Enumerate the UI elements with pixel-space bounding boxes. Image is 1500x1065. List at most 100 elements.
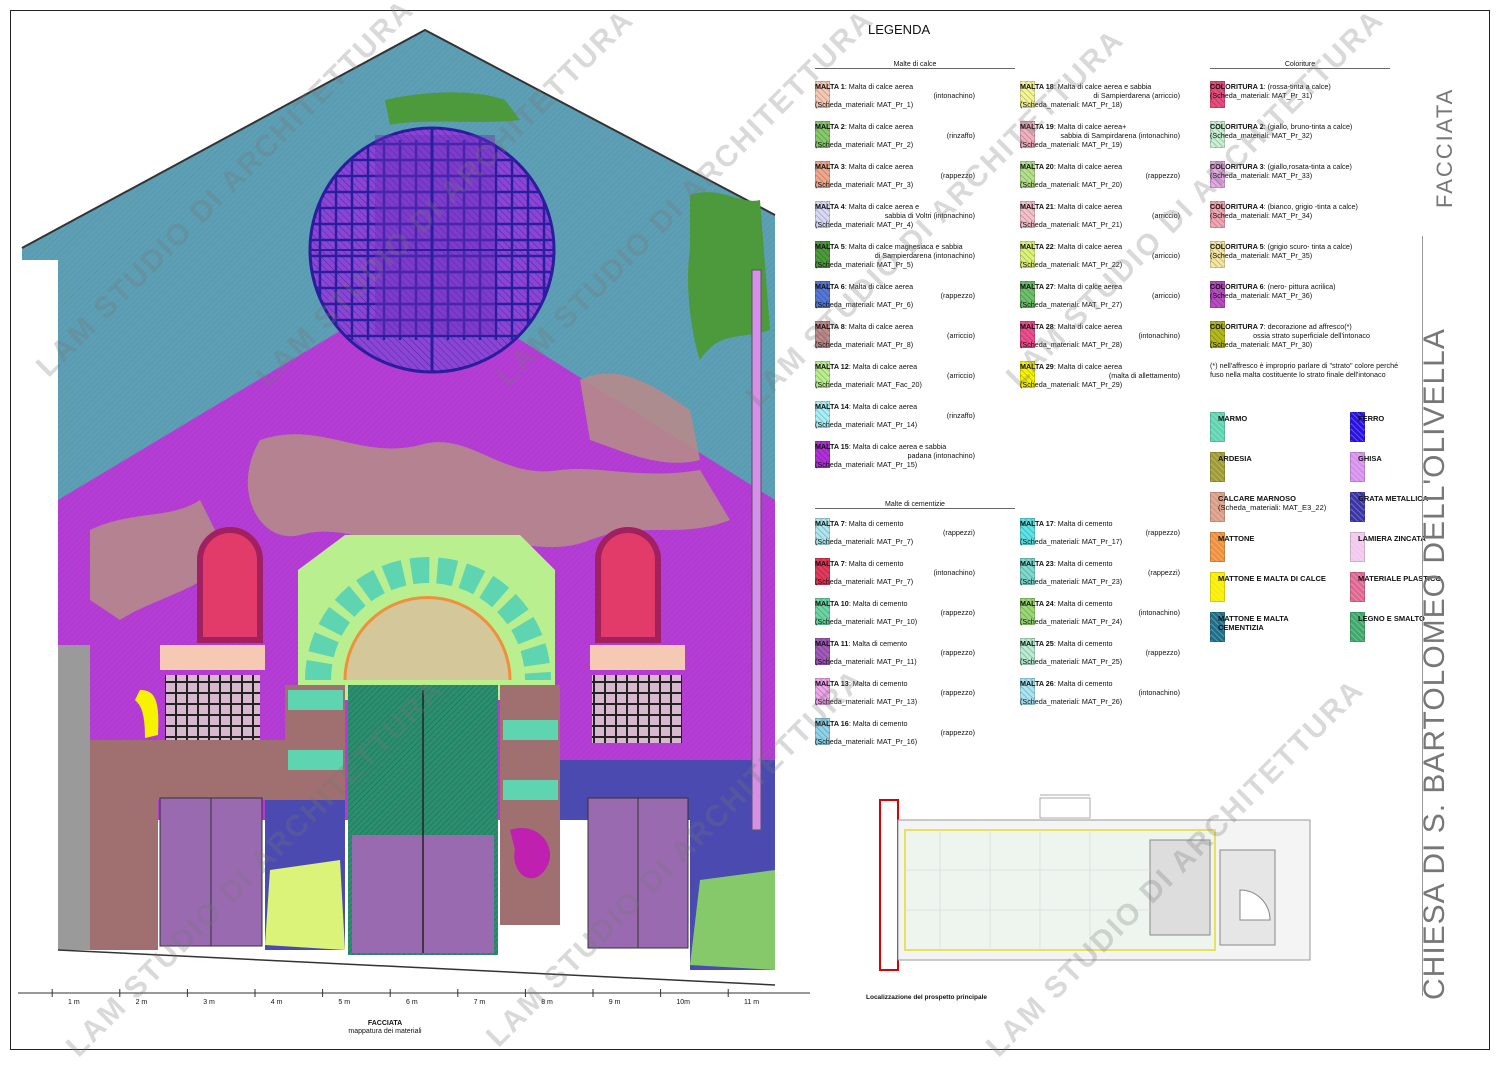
legend-text: MALTA 26: Malta di cemento (intonachino) (…: [1020, 679, 1218, 706]
drawing-caption-title: FACCIATA: [367, 1020, 403, 1027]
legend-ref: (Scheda_materiali: MAT_Pr_13): [815, 697, 918, 706]
legend-code: COLORITURA 4: [1210, 202, 1264, 211]
legend-text: MALTA 22: Malta di calce aerea (arriccio)…: [1020, 242, 1218, 269]
material-item: GHISA: [1350, 452, 1480, 482]
scale-label: 10m: [676, 999, 691, 1006]
legend-ref: (Scheda_materiali: MAT_Pr_14): [815, 420, 918, 429]
legend-code: MALTA 28: [1020, 322, 1054, 331]
legend-desc-detail: (intonachino): [933, 91, 975, 100]
legend-ref: (Scheda_materiali: MAT_Pr_1): [815, 100, 914, 109]
legend-text: COLORITURA 4: (bianco, grigio -tinta a c…: [1210, 202, 1408, 220]
legend-text: MALTA 4: Malta di calce aerea e sabbia di…: [815, 202, 1013, 229]
legend-desc-detail: (intonachino): [933, 568, 975, 577]
legend-item: MALTA 3: Malta di calce aerea (rappezzo) (…: [815, 161, 1015, 197]
legend-text: MALTA 28: Malta di calce aerea (intonachi…: [1020, 322, 1218, 349]
legend-item: COLORITURA 3: (giallo,rosata-tinta a cal…: [1210, 161, 1410, 197]
legend-text: MALTA 19: Malta di calce aerea+ sabbia di…: [1020, 122, 1218, 149]
legend-item: MALTA 28: Malta di calce aerea (intonachi…: [1020, 321, 1220, 357]
legend-desc: : Malta di cemento: [848, 599, 908, 608]
legend-desc: : (nero- pittura acrilica): [1263, 282, 1336, 291]
legend-code: MALTA 6: [815, 282, 845, 291]
legend-desc-detail: (arriccio): [1152, 251, 1180, 260]
legend-ref: (Scheda_materiali: MAT_Pr_2): [815, 140, 914, 149]
legend-desc: : Malta di calce aerea: [844, 282, 914, 291]
legend-item: MALTA 26: Malta di cemento (intonachino) (…: [1020, 678, 1220, 714]
legend-text: MALTA 21: Malta di calce aerea (arriccio)…: [1020, 202, 1218, 229]
material-item: MATTONE: [1210, 532, 1340, 562]
legend-code: MALTA 12: [815, 362, 849, 371]
legend-text: COLORITURA 2: (giallo, bruno-tinta a cal…: [1210, 122, 1408, 140]
facade-subtitle: FACCIATA: [1432, 87, 1457, 208]
legend-desc: : Malta di calce aerea: [848, 402, 918, 411]
legend-desc-detail: (rinzaffo): [946, 411, 975, 420]
material-label: FERRO: [1358, 414, 1385, 423]
legend-code: MALTA 20: [1020, 162, 1054, 171]
legend-code: MALTA 4: [815, 202, 845, 211]
legend-item: MALTA 19: Malta di calce aerea+ sabbia di…: [1020, 121, 1220, 157]
legend-desc-detail: (rappezzo): [940, 728, 975, 737]
legend-code: MALTA 2: [815, 122, 845, 131]
legend-code: MALTA 23: [1020, 559, 1054, 568]
legend-code: MALTA 7: [815, 519, 845, 528]
legend-text: MALTA 23: Malta di cemento (rappezzi) (Sch…: [1020, 559, 1218, 586]
legend-desc: : Malta di calce aerea+: [1053, 122, 1127, 131]
legend-desc-detail: ossia strato superficiale dell'intonaco: [1253, 331, 1370, 340]
legend-ref: (Scheda_materiali: MAT_Pr_16): [815, 737, 918, 746]
legend-desc-detail: (rappezzo): [940, 608, 975, 617]
legend-ref: (Scheda_materiali: MAT_Pr_15): [815, 460, 918, 469]
scale-label: 9 m: [608, 999, 621, 1006]
legend-code: COLORITURA 1: [1210, 82, 1264, 91]
legend-ref: (Scheda_materiali: MAT_Pr_36): [1210, 291, 1313, 300]
legend-text: MALTA 5: Malta di calce magnesiaca e sab…: [815, 242, 1013, 269]
legend-ref: (Scheda_materiali: MAT_Pr_32): [1210, 131, 1313, 140]
legend-desc-detail: sabbia di Voltri (intonachino): [884, 211, 975, 220]
legend-item: MALTA 17: Malta di cemento (rappezzo) (Sch…: [1020, 518, 1220, 554]
legend-desc-detail: (rappezzo): [1145, 528, 1180, 537]
legend-desc: : (bianco, grigio -tinta a calce): [1263, 202, 1358, 211]
legend-ref: (Scheda_materiali: MAT_Pr_8): [815, 340, 914, 349]
legend-desc: : Malta di calce aerea: [844, 322, 914, 331]
legend-ref: (Scheda_materiali: MAT_Pr_18): [1020, 100, 1123, 109]
legend-desc: : Malta di cemento: [1053, 639, 1113, 648]
section-cement-mortars: Malte di cementizie: [815, 501, 1015, 509]
legend-item: MALTA 7: Malta di cemento (rappezzi) (Sche…: [815, 518, 1015, 554]
legend-desc: : Malta di cemento: [1053, 519, 1113, 528]
legend-desc: : Malta di cemento: [1053, 679, 1113, 688]
legend-ref: (Scheda_materiali: MAT_Pr_17): [1020, 537, 1123, 546]
legend-code: MALTA 21: [1020, 202, 1054, 211]
legend-code: COLORITURA 5: [1210, 242, 1264, 251]
legend-desc-detail: (arriccio): [947, 331, 975, 340]
material-label: MATTONE: [1218, 534, 1255, 543]
legend-code: MALTA 17: [1020, 519, 1054, 528]
legend-text: MALTA 17: Malta di cemento (rappezzo) (Sch…: [1020, 519, 1218, 546]
legend-ref: (Scheda_materiali: MAT_Pr_19): [1020, 140, 1123, 149]
legend-desc-detail: (rinzaffo): [946, 131, 975, 140]
legend-item: MALTA 7: Malta di cemento (intonachino) (S…: [815, 558, 1015, 594]
legend-desc-detail: (rappezzo): [1145, 171, 1180, 180]
material-item: MATERIALE PLASTICO: [1350, 572, 1480, 602]
legend-desc: : Malta di calce aerea: [844, 162, 914, 171]
legend-item: COLORITURA 6: (nero- pittura acrilica) (S…: [1210, 281, 1410, 317]
legend-ref: (Scheda_materiali: MAT_Pr_23): [1020, 577, 1123, 586]
legend-ref: (Scheda_materiali: MAT_Pr_5): [815, 260, 914, 269]
legend-desc-detail: (rappezzi): [1148, 568, 1180, 577]
legend-text: MALTA 27: Malta di calce aerea (arriccio)…: [1020, 282, 1218, 309]
legend-desc: : Malta di calce aerea e sabbia: [848, 442, 947, 451]
legend-ref: (Scheda_materiali: MAT_Pr_28): [1020, 340, 1123, 349]
legend-text: MALTA 11: Malta di cemento (rappezzo) (Sch…: [815, 639, 1013, 666]
legend-desc-detail: padana (intonachino): [907, 451, 975, 460]
legend-ref: (Scheda_materiali: MAT_Pr_3): [815, 180, 914, 189]
legend-ref: (Scheda_materiali: MAT_Pr_4): [815, 220, 914, 229]
legend-code: MALTA 26: [1020, 679, 1054, 688]
legend-ref: (Scheda_materiali: MAT_Pr_21): [1020, 220, 1123, 229]
legend-desc-detail: (intonachino): [1138, 688, 1180, 697]
legend-item: MALTA 4: Malta di calce aerea e sabbia di…: [815, 201, 1015, 237]
legend-item: MALTA 23: Malta di cemento (rappezzi) (Sch…: [1020, 558, 1220, 594]
legend-item: MALTA 16: Malta di cemento (rappezzo) (Sch…: [815, 718, 1015, 754]
legend-item: MALTA 10: Malta di cemento (rappezzo) (Sch…: [815, 598, 1015, 634]
legend-desc-detail: (rappezzi): [943, 528, 975, 537]
legend-text: COLORITURA 1: (rossa-tinta a calce) (Sche…: [1210, 82, 1408, 100]
legend-desc-detail: (arriccio): [1152, 291, 1180, 300]
material-label: ARDESIA: [1218, 454, 1252, 463]
legend-item: MALTA 12: Malta di calce aerea (arriccio)…: [815, 361, 1015, 397]
